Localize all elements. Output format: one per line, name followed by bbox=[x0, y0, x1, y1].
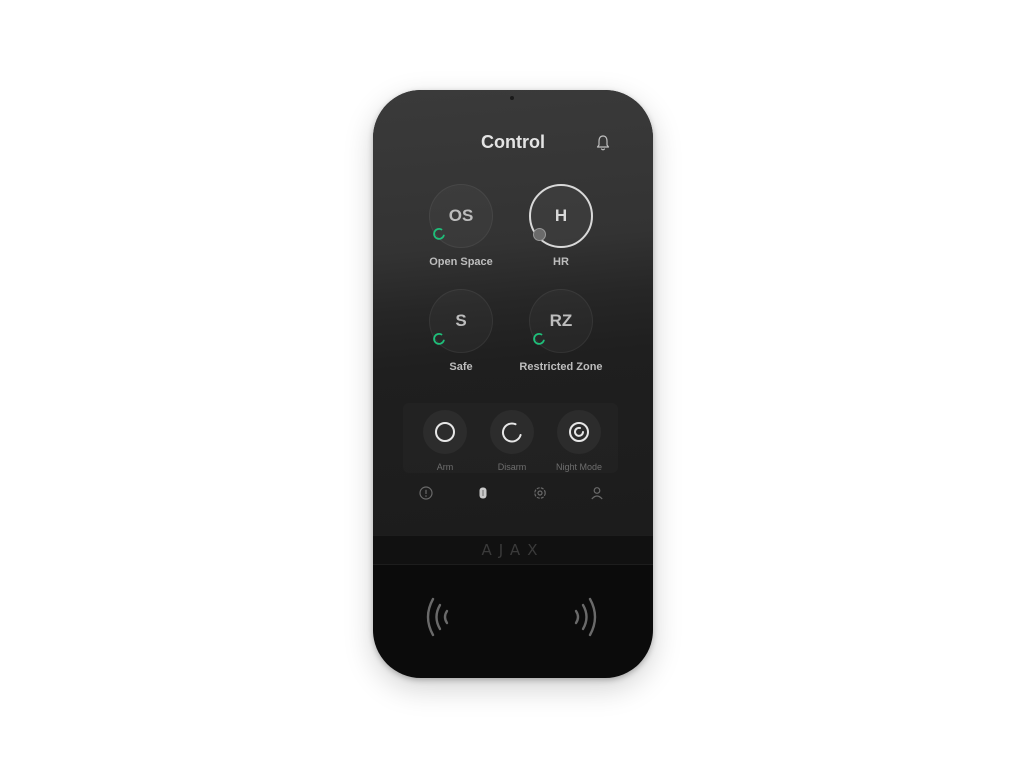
brand-logo: AJAX bbox=[481, 541, 545, 559]
disarm-icon bbox=[502, 422, 522, 443]
group-button[interactable]: S bbox=[429, 289, 493, 353]
group-hr[interactable]: H HR bbox=[501, 184, 621, 268]
contactless-reader-right-icon bbox=[574, 597, 597, 637]
group-label: HR bbox=[553, 256, 569, 268]
stage: Control OS Open Space H HR S Safe RZ Res… bbox=[0, 0, 1024, 768]
page-title: Control bbox=[481, 132, 545, 152]
logo-strip: AJAX bbox=[373, 535, 653, 565]
arm-mode[interactable]: Arm bbox=[410, 410, 480, 472]
user-icon[interactable] bbox=[590, 486, 604, 500]
contactless-reader-left-icon bbox=[426, 597, 449, 637]
alarm-icon[interactable] bbox=[419, 486, 433, 500]
group-button[interactable]: RZ bbox=[529, 289, 593, 353]
disarm-label: Disarm bbox=[497, 462, 527, 472]
group-abbr: OS bbox=[448, 206, 474, 225]
night-mode-label: Night Mode bbox=[555, 462, 603, 472]
keypad-device: Control OS Open Space H HR S Safe RZ Res… bbox=[373, 90, 653, 678]
arm-button[interactable] bbox=[423, 410, 467, 454]
group-button[interactable]: OS bbox=[429, 184, 493, 248]
bell-icon[interactable] bbox=[595, 134, 611, 152]
group-restricted-zone[interactable]: RZ Restricted Zone bbox=[501, 289, 621, 373]
group-abbr: RZ bbox=[549, 311, 573, 330]
arm-icon bbox=[435, 422, 455, 442]
sensor-dot bbox=[510, 96, 514, 100]
group-abbr: H bbox=[554, 206, 568, 225]
selected-status-icon bbox=[533, 228, 546, 241]
night-mode[interactable]: Night Mode bbox=[544, 410, 614, 472]
settings-icon[interactable] bbox=[533, 486, 547, 500]
tag-icon[interactable] bbox=[476, 486, 490, 500]
disarm-mode[interactable]: Disarm bbox=[477, 410, 547, 472]
group-label: Restricted Zone bbox=[519, 361, 603, 373]
disarmed-status-icon bbox=[533, 333, 545, 345]
arm-label: Arm bbox=[436, 462, 454, 472]
touch-screen: Control OS Open Space H HR S Safe RZ Res… bbox=[373, 90, 653, 535]
group-button[interactable]: H bbox=[529, 184, 593, 248]
night-mode-icon bbox=[569, 422, 589, 442]
disarmed-status-icon bbox=[433, 333, 445, 345]
disarm-button[interactable] bbox=[490, 410, 534, 454]
group-abbr: S bbox=[455, 311, 467, 330]
night-mode-button[interactable] bbox=[557, 410, 601, 454]
disarmed-status-icon bbox=[433, 228, 445, 240]
